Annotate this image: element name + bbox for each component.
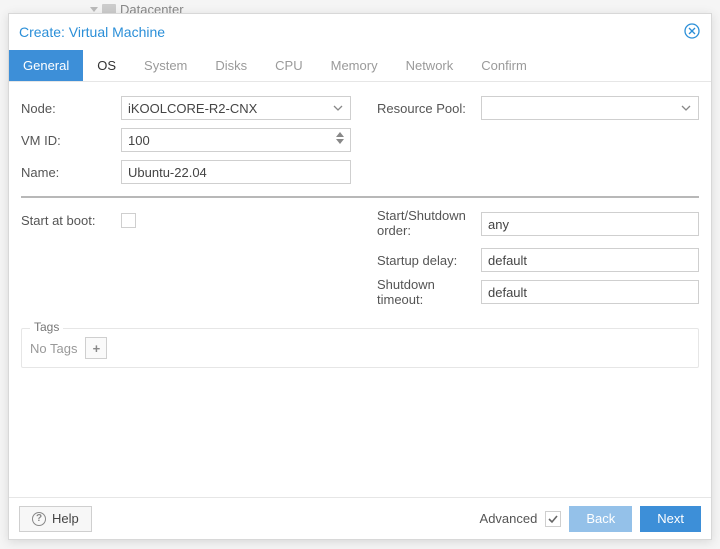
startupdelay-input[interactable]: default xyxy=(481,248,699,272)
shutdowntimeout-label: Shutdown timeout: xyxy=(377,277,481,307)
name-text[interactable] xyxy=(128,165,344,180)
tree-expand-icon xyxy=(90,7,98,12)
tags-legend: Tags xyxy=(30,320,63,334)
node-select[interactable]: iKOOLCORE-R2-CNX xyxy=(121,96,351,120)
shutdowntimeout-value: default xyxy=(488,285,527,300)
vmid-label: VM ID: xyxy=(21,133,121,148)
startupdelay-label: Startup delay: xyxy=(377,253,481,268)
tags-fieldset: Tags No Tags + xyxy=(21,328,699,368)
tab-os[interactable]: OS xyxy=(83,50,130,81)
tab-confirm: Confirm xyxy=(467,50,541,81)
section-divider xyxy=(21,196,699,198)
name-label: Name: xyxy=(21,165,121,180)
tab-disks: Disks xyxy=(201,50,261,81)
vmid-value: 100 xyxy=(128,133,150,148)
number-spinner-icon[interactable] xyxy=(336,132,346,144)
chevron-down-icon xyxy=(681,103,691,113)
tags-row: No Tags + xyxy=(30,337,690,359)
resourcepool-label: Resource Pool: xyxy=(377,101,481,116)
startorder-label: Start/Shutdown order: xyxy=(377,209,481,239)
startatboot-checkbox[interactable] xyxy=(121,213,136,228)
tab-network: Network xyxy=(392,50,468,81)
tags-empty-text: No Tags xyxy=(30,341,77,356)
startupdelay-value: default xyxy=(488,253,527,268)
wizard-tabs: General OS System Disks CPU Memory Netwo… xyxy=(9,50,711,82)
dialog-title: Create: Virtual Machine xyxy=(19,24,165,40)
advanced-checkbox[interactable] xyxy=(545,511,561,527)
dialog-footer: ? Help Advanced Back Next xyxy=(9,497,711,539)
startorder-input[interactable]: any xyxy=(481,212,699,236)
close-icon[interactable] xyxy=(683,22,701,43)
node-label: Node: xyxy=(21,101,121,116)
tab-system: System xyxy=(130,50,201,81)
add-tag-button[interactable]: + xyxy=(85,337,107,359)
shutdowntimeout-input[interactable]: default xyxy=(481,280,699,304)
advanced-label: Advanced xyxy=(480,511,538,526)
back-label: Back xyxy=(586,511,615,526)
back-button: Back xyxy=(569,506,632,532)
startatboot-label: Start at boot: xyxy=(21,213,121,228)
tab-memory: Memory xyxy=(317,50,392,81)
next-label: Next xyxy=(657,511,684,526)
dialog-titlebar: Create: Virtual Machine xyxy=(9,14,711,50)
resourcepool-select[interactable] xyxy=(481,96,699,120)
name-input[interactable] xyxy=(121,160,351,184)
dialog-body: Node: iKOOLCORE-R2-CNX VM ID: 100 xyxy=(9,82,711,497)
next-button[interactable]: Next xyxy=(640,506,701,532)
help-icon: ? xyxy=(32,512,46,526)
tab-cpu: CPU xyxy=(261,50,316,81)
help-button[interactable]: ? Help xyxy=(19,506,92,532)
plus-icon: + xyxy=(93,341,101,356)
chevron-down-icon xyxy=(333,103,343,113)
create-vm-dialog: Create: Virtual Machine General OS Syste… xyxy=(8,13,712,540)
startorder-value: any xyxy=(488,217,509,232)
tab-general[interactable]: General xyxy=(9,50,83,81)
check-icon xyxy=(547,513,559,525)
help-label: Help xyxy=(52,511,79,526)
node-value: iKOOLCORE-R2-CNX xyxy=(128,101,257,116)
vmid-input[interactable]: 100 xyxy=(121,128,351,152)
